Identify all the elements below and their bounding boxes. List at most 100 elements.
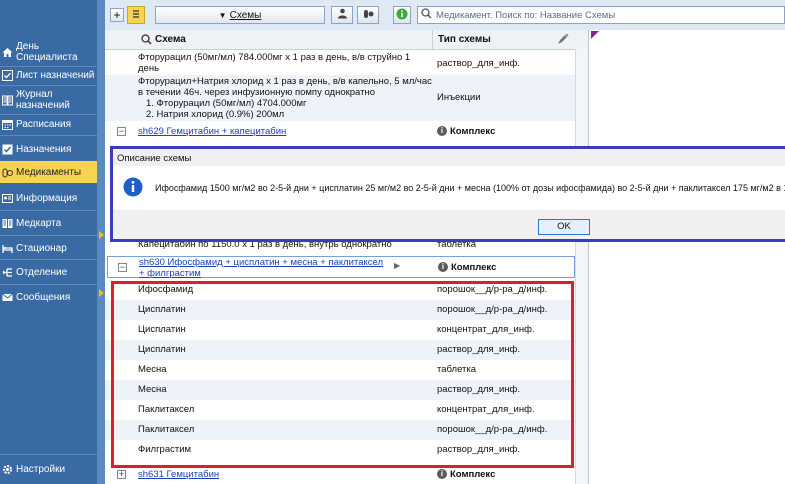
nav-label: Стационар [16, 242, 67, 254]
nav-information[interactable]: Информация [0, 191, 97, 205]
drug-form: раствор_для_инф. [437, 444, 520, 455]
gear-icon [2, 464, 13, 475]
column-settings-icon[interactable] [557, 33, 569, 48]
plus-icon: + [113, 8, 121, 22]
nav-medications[interactable]: Медикаменты [0, 161, 97, 183]
nav-label: Назначения [16, 143, 72, 155]
dialog-message: Ифосфамид 1500 мг/м2 во 2-5-й дни + цисп… [155, 183, 785, 193]
component-row[interactable]: Паклитаксел концентрат_для_инф. [105, 400, 575, 420]
type-cell: i Комплекс [437, 126, 572, 137]
expand-icon[interactable]: + [117, 470, 126, 479]
list-view-button[interactable] [127, 6, 145, 24]
nav-messages[interactable]: Сообщения [0, 290, 97, 304]
vertical-scrollbar[interactable] [575, 49, 589, 484]
group-row[interactable]: − sh629 Гемцитабин + капецитабин i Компле… [105, 123, 575, 141]
drug-name: Паклитаксел [138, 424, 195, 435]
nav-department[interactable]: Отделение [0, 265, 97, 279]
nav-settings[interactable]: Настройки [0, 462, 97, 476]
type-label: Комплекс [450, 126, 496, 137]
scheme-group-link[interactable]: sh629 Гемцитабин + капецитабин [138, 126, 433, 137]
info-card-icon [2, 193, 13, 204]
sidebar: День Специалиста Лист назначений Журнал … [0, 0, 97, 484]
drug-form: порошок__д/р-ра_д/инф. [437, 424, 548, 435]
nav-hospital[interactable]: Стационар [0, 241, 97, 255]
search-input[interactable]: Медикамент. Поиск по: Название Схемы [417, 6, 785, 24]
table-row[interactable]: Фторурацил (50мг/мл) 784.000мг x 1 раз в… [105, 51, 575, 75]
expand-all-button[interactable]: + [110, 8, 124, 22]
group-row[interactable]: + sh631 Гемцитабин i Комплекс [105, 468, 575, 484]
nav-prescription-list[interactable]: Лист назначений [0, 68, 97, 82]
component-row[interactable]: Ифосфамид порошок__д/р-ра_д/инф. [105, 280, 575, 300]
divider [0, 210, 97, 211]
scheme-group-link[interactable]: sh631 Гемцитабин [138, 469, 433, 480]
pills-icon [2, 167, 13, 178]
nav-label: Журнал назначений [16, 89, 70, 111]
corner-marker-icon [591, 31, 599, 39]
drug-name: Цисплатин [138, 324, 186, 335]
nav-label: Медикаменты [16, 166, 82, 178]
medcard-icon [2, 218, 13, 229]
drug-name: Цисплатин [138, 304, 186, 315]
dialog-body: Ифосфамид 1500 мг/м2 во 2-5-й дни + цисп… [113, 166, 785, 210]
settings-label: Настройки [16, 463, 66, 475]
scheme-text: Фторурацил+Натрия хлорид x 1 раз в день,… [138, 76, 432, 98]
nav-label: Сообщения [16, 291, 71, 303]
drug-name: Месна [138, 384, 167, 395]
component-row[interactable]: Филграстим раствор_для_инф. [105, 440, 575, 460]
pills-icon [363, 8, 374, 22]
drug-form: концентрат_для_инф. [437, 324, 535, 335]
collapse-arrow-icon[interactable] [99, 289, 104, 297]
drug-form: таблетка [437, 364, 477, 375]
toolbar: + ▼ Схемы Медикамент. Поиск по: Название… [105, 0, 785, 31]
details-panel [588, 30, 785, 484]
divider [0, 235, 97, 236]
patient-button[interactable] [331, 6, 353, 24]
component-row[interactable]: Паклитаксел порошок__д/р-ра_д/инф. [105, 420, 575, 440]
nav-label: Медкарта [16, 217, 62, 229]
column-divider [432, 30, 433, 49]
calendar-icon [2, 119, 13, 130]
nav-label: Информация [16, 192, 78, 204]
divider [0, 66, 97, 67]
ok-button[interactable]: OK [538, 219, 590, 235]
scheme-description-dialog: Описание схемы Ифосфамид 1500 мг/м2 во 2… [110, 146, 785, 242]
bed-icon [2, 243, 13, 254]
nav-prescription-journal[interactable]: Журнал назначений [0, 88, 97, 112]
search-icon [421, 8, 432, 22]
component-row[interactable]: Цисплатин порошок__д/р-ра_д/инф. [105, 300, 575, 320]
collapse-arrow-icon[interactable] [99, 231, 104, 239]
expand-arrow-icon[interactable]: ▶ [394, 261, 400, 270]
component-row[interactable]: Цисплатин концентрат_для_инф. [105, 320, 575, 340]
nav-medical-card[interactable]: Медкарта [0, 216, 97, 230]
drug-name: Филграстим [138, 444, 192, 455]
search-icon [141, 34, 152, 48]
nav-appointments[interactable]: Назначения [0, 142, 97, 156]
nav-day-specialist[interactable]: День Специалиста [0, 40, 97, 64]
selected-group-row[interactable]: − sh630 Ифосфамид + цисплатин + месна + … [107, 256, 575, 279]
component-row[interactable]: Цисплатин раствор_для_инф. [105, 340, 575, 360]
scheme-cell: Фторурацил+Натрия хлорид x 1 раз в день,… [138, 76, 433, 120]
divider [0, 114, 97, 115]
column-header-scheme[interactable]: Схема [155, 34, 186, 45]
nav-label: Расписания [16, 118, 71, 130]
collapse-icon[interactable]: − [117, 127, 126, 136]
collapse-icon[interactable]: − [118, 263, 127, 272]
scheme-sub-item: 2. Натрия хлорид (0.9%) 200мл [146, 109, 285, 120]
type-cell: Инъекции [437, 92, 481, 103]
checkbox-icon [2, 144, 13, 155]
component-row[interactable]: Месна таблетка [105, 360, 575, 380]
drug-form: раствор_для_инф. [437, 344, 520, 355]
info-button[interactable] [393, 6, 411, 24]
component-row[interactable]: Месна раствор_для_инф. [105, 380, 575, 400]
scheme-dropdown[interactable]: ▼ Схемы [155, 6, 325, 24]
nav-schedules[interactable]: Расписания [0, 117, 97, 131]
nav-label: Лист назначений [16, 69, 95, 81]
table-row[interactable]: Фторурацил+Натрия хлорид x 1 раз в день,… [105, 75, 575, 121]
medication-button[interactable] [357, 6, 379, 24]
drug-form: концентрат_для_инф. [437, 404, 535, 415]
type-cell: раствор_для_инф. [437, 58, 520, 69]
column-header-type[interactable]: Тип схемы [438, 34, 491, 45]
panel-splitter[interactable] [97, 0, 105, 484]
info-icon: i [438, 262, 448, 273]
scheme-group-link[interactable]: sh630 Ифосфамид + цисплатин + месна + па… [139, 257, 389, 279]
